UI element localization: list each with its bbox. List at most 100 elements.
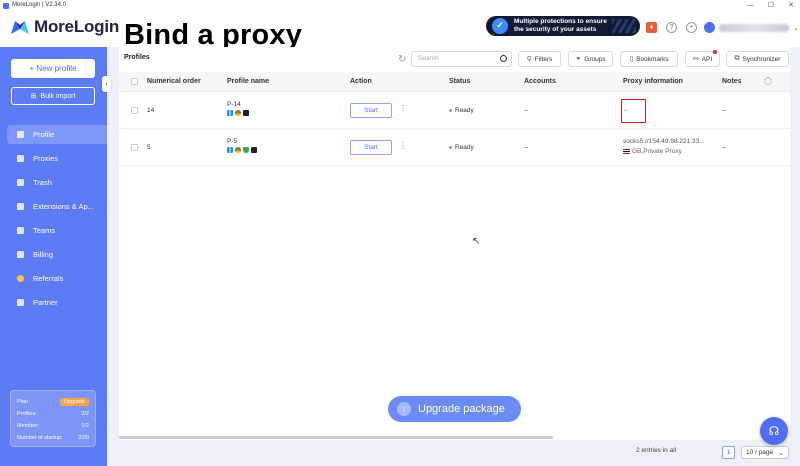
sidebar-item-trash[interactable]: Trash xyxy=(7,173,107,192)
status-cell: Ready xyxy=(449,144,474,151)
uk-flag-icon xyxy=(623,148,630,154)
chrome-icon xyxy=(235,147,241,153)
start-button[interactable]: Start xyxy=(350,140,392,155)
accounts-cell: -- xyxy=(524,107,529,114)
app-icon xyxy=(3,2,9,9)
profiles-label: Profiles: xyxy=(17,411,37,417)
avatar xyxy=(704,22,715,33)
bookmark-icon: ▯ xyxy=(629,56,634,63)
synchronizer-button[interactable]: ⧉ Synchronizer xyxy=(726,51,789,67)
maximize-icon[interactable]: ☐ xyxy=(768,0,774,11)
col-status: Status xyxy=(449,78,471,85)
morelogin-logo-icon xyxy=(10,19,30,35)
user-menu[interactable]: ⌄ xyxy=(704,22,799,33)
sidebar-item-label: Extensions & Ap... xyxy=(33,202,94,211)
status-cell: Ready xyxy=(449,107,474,114)
sidebar-collapse-button[interactable]: ‹ xyxy=(102,76,111,92)
col-accounts: Accounts xyxy=(524,78,556,85)
bookmarks-button[interactable]: ▯ Bookmarks xyxy=(620,51,678,67)
profile-name[interactable]: P-5 xyxy=(227,138,237,145)
status-dot xyxy=(449,108,452,112)
coin-icon xyxy=(17,275,24,282)
sidebar-item-extensions[interactable]: Extensions & Ap... xyxy=(7,197,107,216)
synchronizer-label: Synchronizer xyxy=(742,55,781,63)
billing-icon xyxy=(17,251,24,258)
proxy-cell[interactable]: socks5://154.49.98.221:33... GB,Private … xyxy=(623,138,705,155)
sidebar-item-teams[interactable]: Teams xyxy=(7,221,107,240)
startup-label: Number of startup: xyxy=(17,435,63,441)
profiles-value: 2/2 xyxy=(81,411,89,417)
new-profile-button[interactable]: + New profile xyxy=(11,59,95,78)
col-profile-name: Profile name xyxy=(227,78,270,85)
sidebar-item-label: Billing xyxy=(33,250,54,259)
filters-button[interactable]: ⚲ Filters xyxy=(518,51,561,67)
chevron-down-icon: ⌄ xyxy=(793,24,799,32)
col-proxy-information: Proxy information xyxy=(623,78,683,85)
gift-icon[interactable]: ♦ xyxy=(646,22,657,33)
sidebar-item-profile[interactable]: Profile xyxy=(7,125,107,144)
proxy-type: GB,Private Proxy xyxy=(632,148,682,155)
trash-icon xyxy=(17,179,24,186)
col-action: Action xyxy=(350,78,372,85)
more-options-icon[interactable]: ⋮ xyxy=(399,141,407,150)
import-icon: ⊞ xyxy=(30,93,37,100)
profile-name[interactable]: P-14 xyxy=(227,101,241,108)
profile-name-cell: P-14 xyxy=(227,101,249,116)
col-numerical-order[interactable]: Numerical order xyxy=(147,78,201,85)
close-icon[interactable]: ✕ xyxy=(788,0,794,11)
upgrade-button[interactable]: Upgrade xyxy=(59,398,89,406)
groups-button[interactable]: ⚭ Groups xyxy=(568,51,613,67)
start-button[interactable]: Start xyxy=(350,103,392,118)
proxies-icon xyxy=(17,155,24,162)
chrome-icon xyxy=(235,110,241,116)
shield-icon xyxy=(243,147,249,153)
arrow-up-icon: ↑ xyxy=(397,402,411,416)
bookmarks-label: Bookmarks xyxy=(636,55,669,63)
refresh-icon[interactable]: ↻ xyxy=(398,54,406,65)
bulk-import-button[interactable]: ⊞ Bulk import xyxy=(11,87,95,105)
row-checkbox[interactable] xyxy=(131,144,138,151)
search-input[interactable]: Search xyxy=(411,51,512,67)
row-checkbox[interactable] xyxy=(131,107,138,114)
select-all-checkbox[interactable] xyxy=(131,78,138,85)
table-row[interactable]: 14 P-14 Start ⋮ Ready -- -- -- xyxy=(119,93,790,129)
groups-label: Groups xyxy=(584,55,606,63)
order-cell: 14 xyxy=(147,107,155,114)
per-page-select[interactable]: 10 / page ⌄ xyxy=(741,446,789,459)
partner-icon xyxy=(17,299,24,306)
search-placeholder: Search xyxy=(418,55,439,62)
lock-icon xyxy=(251,147,257,153)
sidebar-item-proxies[interactable]: Proxies xyxy=(7,149,107,168)
sidebar-item-billing[interactable]: Billing xyxy=(7,245,107,264)
minimize-icon[interactable]: — xyxy=(747,0,754,11)
profile-icon xyxy=(17,131,24,138)
help-icon[interactable]: ? xyxy=(666,22,677,33)
shield-icon: ✓ xyxy=(492,18,508,34)
brand-logo: MoreLogin xyxy=(10,17,119,37)
table-row[interactable]: 5 P-5 Start ⋮ Ready -- socks5://154.49.9… xyxy=(119,130,790,166)
support-headset-icon[interactable]: ☊ xyxy=(760,417,788,445)
proxy-cell-highlight xyxy=(621,99,646,123)
chevron-down-icon: ⌄ xyxy=(778,449,784,457)
upgrade-package-label: Upgrade package xyxy=(418,403,505,415)
upgrade-package-button[interactable]: ↑ Upgrade package xyxy=(388,396,521,422)
horizontal-scrollbar[interactable] xyxy=(119,436,553,439)
sidebar-item-partner[interactable]: Partner xyxy=(7,293,107,312)
search-icon xyxy=(500,55,507,62)
brand-name: MoreLogin xyxy=(34,17,120,36)
col-notes: Notes xyxy=(722,78,742,85)
per-page-value: 10 / page xyxy=(746,449,774,456)
sidebar-item-label: Partner xyxy=(33,298,58,307)
security-promo-banner[interactable]: ✓ Multiple protections to ensure the sec… xyxy=(486,16,640,36)
link-icon: ⚯ xyxy=(692,56,699,63)
more-options-icon[interactable]: ⋮ xyxy=(399,104,407,113)
bell-icon[interactable]: • xyxy=(686,22,697,33)
api-button[interactable]: ⚯ API xyxy=(685,50,720,67)
gear-icon[interactable] xyxy=(764,77,772,85)
accounts-cell: -- xyxy=(524,144,529,151)
page-number-button[interactable]: 1 xyxy=(722,446,735,459)
filters-label: Filters xyxy=(534,55,553,63)
window-titlebar: MoreLogin | V2.34.0 — ☐ ✕ xyxy=(0,0,800,11)
sidebar-item-referrals[interactable]: Referrals xyxy=(7,269,107,288)
windows-icon xyxy=(227,147,233,153)
